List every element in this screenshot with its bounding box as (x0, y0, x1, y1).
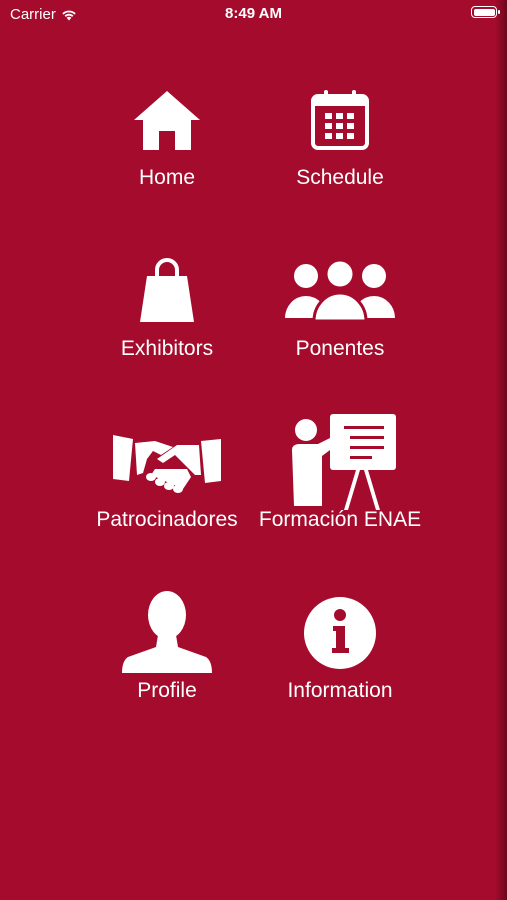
menu-item-information[interactable]: Information (250, 583, 430, 733)
menu-label-information: Information (287, 679, 393, 702)
menu-item-schedule[interactable]: Schedule (250, 70, 430, 220)
clock: 8:49 AM (225, 5, 282, 22)
info-icon (304, 597, 376, 669)
user-icon (122, 591, 212, 673)
menu-item-home[interactable]: Home (77, 70, 257, 220)
menu-item-patrocinadores[interactable]: Patrocinadores (77, 412, 257, 562)
menu-item-exhibitors[interactable]: Exhibitors (77, 241, 257, 391)
handshake-icon (113, 435, 221, 493)
shopping-bag-icon (140, 258, 194, 322)
menu-label-schedule: Schedule (296, 166, 384, 189)
edge-shadow (495, 0, 507, 900)
group-icon (285, 260, 395, 322)
battery-icon (471, 6, 500, 18)
menu-item-formacion[interactable]: Formación ENAE (250, 412, 430, 562)
menu-item-profile[interactable]: Profile (77, 583, 257, 733)
menu-item-ponentes[interactable]: Ponentes (250, 241, 430, 391)
presentation-icon (292, 414, 396, 510)
status-bar: Carrier 8:49 AM (0, 0, 507, 28)
calendar-icon (311, 90, 369, 150)
home-icon (134, 91, 200, 150)
menu-label-ponentes: Ponentes (295, 337, 385, 360)
menu-label-formacion: Formación ENAE (258, 508, 422, 531)
